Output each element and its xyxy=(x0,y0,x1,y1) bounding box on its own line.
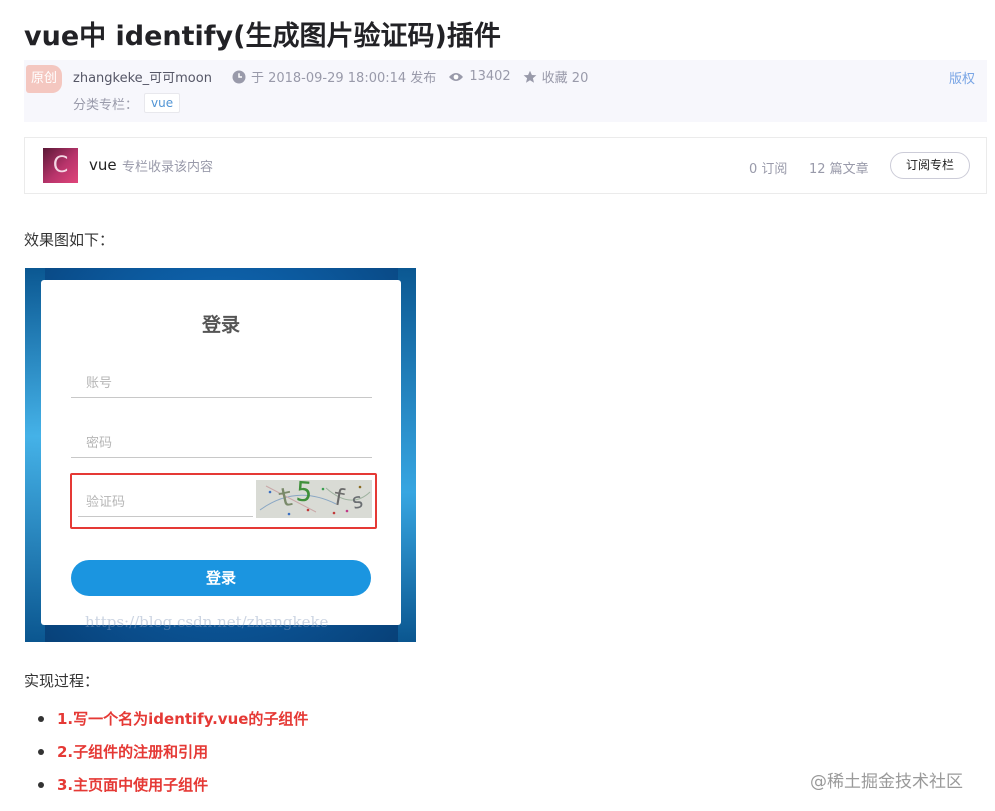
view-count-text: 13402 xyxy=(469,69,511,84)
copyright-link[interactable]: 版权 xyxy=(949,68,975,87)
publish-time-text: 于 2018-09-29 18:00:14 发布 xyxy=(250,71,437,86)
captcha-placeholder: 验证码 xyxy=(86,495,126,510)
password-field: 密码 xyxy=(71,428,372,458)
account-placeholder: 账号 xyxy=(86,376,113,391)
site-watermark: @稀土掘金技术社区 xyxy=(810,772,963,792)
steps-list: 1.写一个名为identify.vue的子组件 2.子组件的注册和引用 3.主页… xyxy=(38,708,308,807)
captcha-field: 验证码 xyxy=(78,479,253,517)
column-subscriptions: 0 订阅 xyxy=(749,162,788,177)
clock-icon xyxy=(232,70,246,83)
login-button: 登录 xyxy=(71,560,371,596)
login-title: 登录 xyxy=(201,314,240,336)
publish-time: 于 2018-09-29 18:00:14 发布 xyxy=(232,67,436,86)
account-field: 账号 xyxy=(71,368,372,398)
step-item-2: 2.子组件的注册和引用 xyxy=(38,741,308,774)
column-article-count: 12 篇文章 xyxy=(809,162,869,177)
original-badge: 原创 xyxy=(26,65,62,93)
article-meta: 原创 zhangkeke_可可moon 于 2018-09-29 18:00:1… xyxy=(24,60,987,122)
process-heading: 实现过程： xyxy=(24,672,100,690)
login-screenshot-image: 登录 账号 密码 验证码 t 5 f s 登录 https://blog.csd… xyxy=(25,268,416,642)
favorite-count[interactable]: 收藏 20 xyxy=(523,67,589,86)
author-link[interactable]: zhangkeke_可可moon xyxy=(73,67,212,86)
column-name[interactable]: vue xyxy=(89,156,117,174)
column-avatar[interactable]: C xyxy=(43,148,78,183)
intro-text: 效果图如下： xyxy=(24,231,115,249)
captcha-image: t 5 f s xyxy=(256,480,372,518)
favorite-count-text: 收藏 20 xyxy=(541,71,589,86)
step-item-3: 3.主页面中使用子组件 xyxy=(38,774,308,807)
column-description: 专栏收录该内容 xyxy=(122,160,214,175)
category-label: 分类专栏： xyxy=(73,97,139,113)
image-watermark: https://blog.csdn.net/zhangkeke xyxy=(85,613,329,631)
password-placeholder: 密码 xyxy=(86,436,113,451)
captcha-char-2: 5 xyxy=(294,480,314,509)
view-count: 13402 xyxy=(448,69,511,84)
step-item-1: 1.写一个名为identify.vue的子组件 xyxy=(38,708,308,741)
login-card: 登录 账号 密码 验证码 t 5 f s 登录 xyxy=(41,280,401,625)
subscribe-column-button[interactable]: 订阅专栏 xyxy=(890,152,970,179)
category-tag[interactable]: vue xyxy=(144,93,181,113)
article-title: vue中 identify(生成图片验证码)插件 xyxy=(24,21,501,52)
captcha-highlight-box: 验证码 t 5 f s xyxy=(70,473,377,529)
eye-icon xyxy=(449,72,464,81)
star-icon xyxy=(523,70,537,83)
category-row: 分类专栏： vue xyxy=(73,93,181,113)
column-card: C vue 专栏收录该内容 0 订阅 12 篇文章 订阅专栏 xyxy=(24,137,987,194)
meta-row: zhangkeke_可可moon 于 2018-09-29 18:00:14 发… xyxy=(73,67,600,86)
